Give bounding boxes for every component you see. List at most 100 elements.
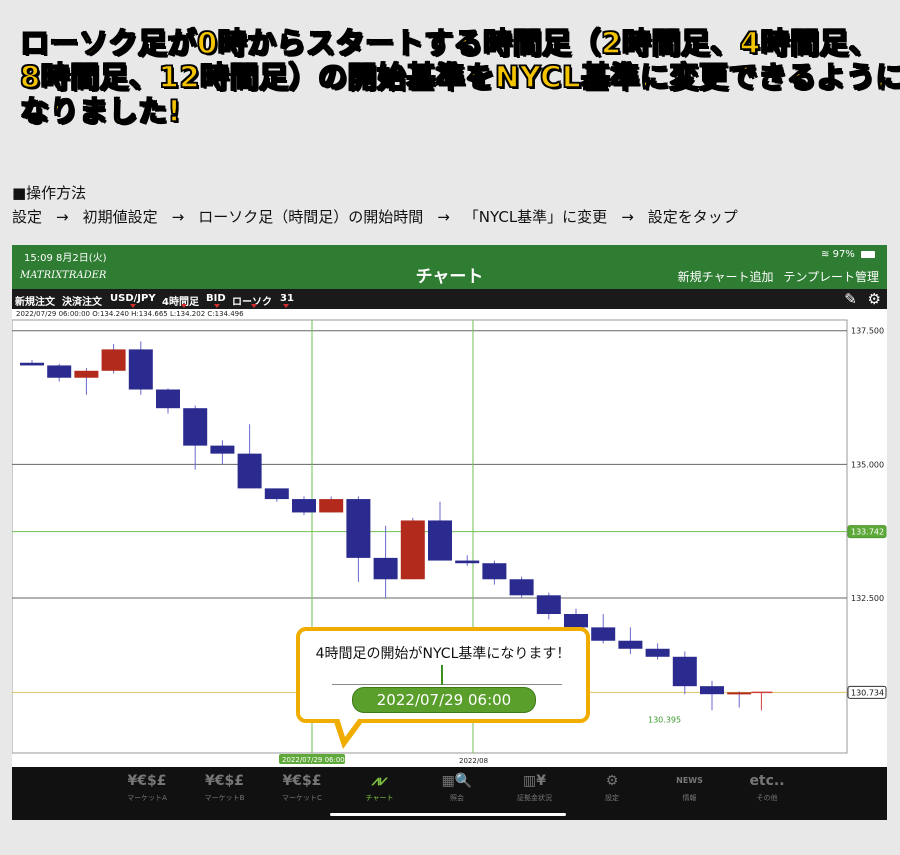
tab-8[interactable]: etc.. その他	[729, 773, 805, 803]
step-1: 設定	[12, 208, 43, 226]
low-price-label: 130.395	[648, 716, 681, 725]
candle-body	[128, 349, 153, 390]
candle-body	[482, 563, 507, 580]
arrow-icon: →	[171, 208, 185, 226]
new-order-button[interactable]: 新規注文	[15, 293, 55, 308]
status-time: 15:09 8月2日(火)	[24, 253, 107, 264]
arrow-icon: →	[437, 208, 450, 226]
step-5: 設定をタップ	[647, 208, 738, 226]
tab-label: マーケットA	[127, 794, 167, 802]
headline-line-3: なりました!	[19, 93, 182, 129]
tab-icon: etc..	[749, 773, 785, 789]
chevron-down-icon	[283, 304, 289, 308]
headline: ローソク足が0時からスタートする時間足（2時間足、4時間足、 8時間足、12時間…	[19, 25, 900, 129]
pencil-icon[interactable]: ✎	[844, 290, 857, 308]
candle-body	[700, 686, 724, 695]
callout-tick	[441, 665, 443, 685]
app-screenshot: 15:09 8月2日(火) ≋ 97% MATRIXTRADER チャート 新規…	[12, 245, 887, 820]
wifi-icon: ≋	[821, 249, 833, 260]
tab-label: 証拠金状況	[517, 794, 552, 802]
candle-body	[536, 595, 561, 615]
battery-percent: 97%	[832, 249, 855, 260]
nav-actions: 新規チャート追加 テンプレート管理	[678, 268, 879, 285]
chevron-down-icon	[181, 304, 187, 308]
candle-body	[237, 453, 262, 489]
candle-body	[591, 627, 616, 641]
candle-body	[727, 692, 752, 695]
arrow-icon: →	[56, 208, 69, 226]
candle-body	[564, 614, 588, 628]
chevron-down-icon	[251, 304, 257, 308]
chevron-down-icon	[130, 304, 136, 308]
candle-body	[428, 520, 452, 561]
crosshair-price-label: 133.742	[851, 528, 884, 537]
headline-line-1: ローソク足が0時からスタートする時間足（2時間足、4時間足、	[19, 25, 879, 61]
candle-body	[47, 365, 72, 378]
tab-label: マーケットB	[204, 794, 245, 802]
tab-icon: ¥€$£	[282, 773, 322, 789]
chart-tools: ✎ ⚙	[844, 290, 881, 308]
tab-1[interactable]: ¥€$£ マーケットB	[187, 773, 263, 803]
candle-body	[156, 389, 180, 409]
tab-label: チャート	[365, 794, 394, 802]
x-tick-label: 2022/08	[459, 757, 488, 765]
step-2: 初期値設定	[82, 208, 158, 226]
tab-2[interactable]: ¥€$£ マーケットC	[264, 773, 340, 803]
tab-icon: ⩘⩗	[371, 773, 388, 789]
candle-count-select[interactable]: 31	[280, 293, 294, 304]
tab-6[interactable]: ⚙ 設定	[574, 773, 650, 803]
candle-body	[672, 656, 697, 687]
template-manage-button[interactable]: テンプレート管理	[783, 270, 879, 284]
tab-bar: ¥€$£ マーケットA ¥€$£ マーケットB ¥€$£ マーケットC ⩘⩗ チャート ▦🔍 照会…	[12, 767, 887, 820]
tab-label: 情報	[682, 794, 697, 802]
candle-body	[20, 362, 44, 366]
operation-title: ■操作方法	[12, 184, 87, 202]
callout-date-badge: 2022/07/29 06:00	[352, 687, 536, 713]
tab-4[interactable]: ▦🔍 照会	[419, 773, 495, 803]
tab-icon: ¥€$£	[205, 773, 244, 789]
y-tick-label: 132.500	[851, 594, 884, 603]
candle-body	[645, 648, 670, 657]
battery-indicator: ≋ 97%	[821, 249, 875, 260]
chart-toolbar: 新規注文 決済注文 USD/JPY 4時間足 BID ローソク 31 ✎ ⚙	[12, 289, 887, 309]
x-crosshair-label: 2022/07/29 06:00	[282, 756, 345, 764]
candle-body	[455, 560, 480, 564]
y-tick-label: 137.500	[851, 327, 884, 336]
tab-label: その他	[756, 794, 778, 802]
y-tick-label: 135.000	[851, 460, 884, 469]
tab-5[interactable]: ▥¥ 証拠金状況	[497, 773, 573, 803]
currency-pair-select[interactable]: USD/JPY	[110, 293, 156, 304]
callout-tail-inner	[339, 718, 359, 737]
candle-body	[373, 557, 398, 580]
headline-line-2: 8時間足、12時間足）の開始基準をNYCL基準に変更できるように	[19, 59, 900, 95]
candle-body	[210, 445, 235, 454]
candle-body	[74, 370, 99, 378]
tab-7[interactable]: NEWS 情報	[652, 773, 728, 803]
candle-body	[509, 579, 534, 596]
new-chart-button[interactable]: 新規チャート追加	[678, 270, 774, 284]
tab-0[interactable]: ¥€$£ マーケットA	[109, 773, 185, 803]
chevron-down-icon	[214, 304, 220, 308]
battery-icon	[861, 250, 875, 258]
arrow-icon: →	[621, 208, 634, 226]
tab-icon: ▦🔍	[441, 773, 473, 789]
tab-label: 照会	[450, 794, 464, 802]
tab-label: 設定	[605, 794, 619, 802]
tab-label: マーケットC	[282, 794, 322, 802]
ohlc-readout: 2022/07/29 06:00:00 O:134.240 H:134.665 …	[16, 310, 244, 318]
operation-steps: 設定 → 初期値設定 → ローソク足（時間足）の開始時間 → 「NYCL基準」に変更 → 設定を…	[12, 206, 738, 227]
candle-body	[319, 499, 344, 513]
candle-body	[183, 408, 208, 446]
status-bar: 15:09 8月2日(火) ≋ 97%	[12, 245, 887, 265]
price-side-select[interactable]: BID	[206, 293, 226, 304]
step-4: 「NYCL基準」に変更	[463, 208, 608, 226]
candle-body	[264, 488, 289, 500]
current-price-label: 130.734	[851, 688, 884, 697]
callout-message: 4時間足の開始がNYCL基準になります！	[315, 646, 571, 662]
candle-body	[101, 349, 126, 371]
close-order-button[interactable]: 決済注文	[62, 293, 102, 308]
tab-icon: ⚙	[605, 773, 619, 789]
tab-3[interactable]: ⩘⩗ チャート	[342, 773, 418, 803]
callout-box: 4時間足の開始がNYCL基準になります！ 2022/07/29 06:00	[296, 627, 590, 723]
gear-icon[interactable]: ⚙	[868, 290, 881, 308]
